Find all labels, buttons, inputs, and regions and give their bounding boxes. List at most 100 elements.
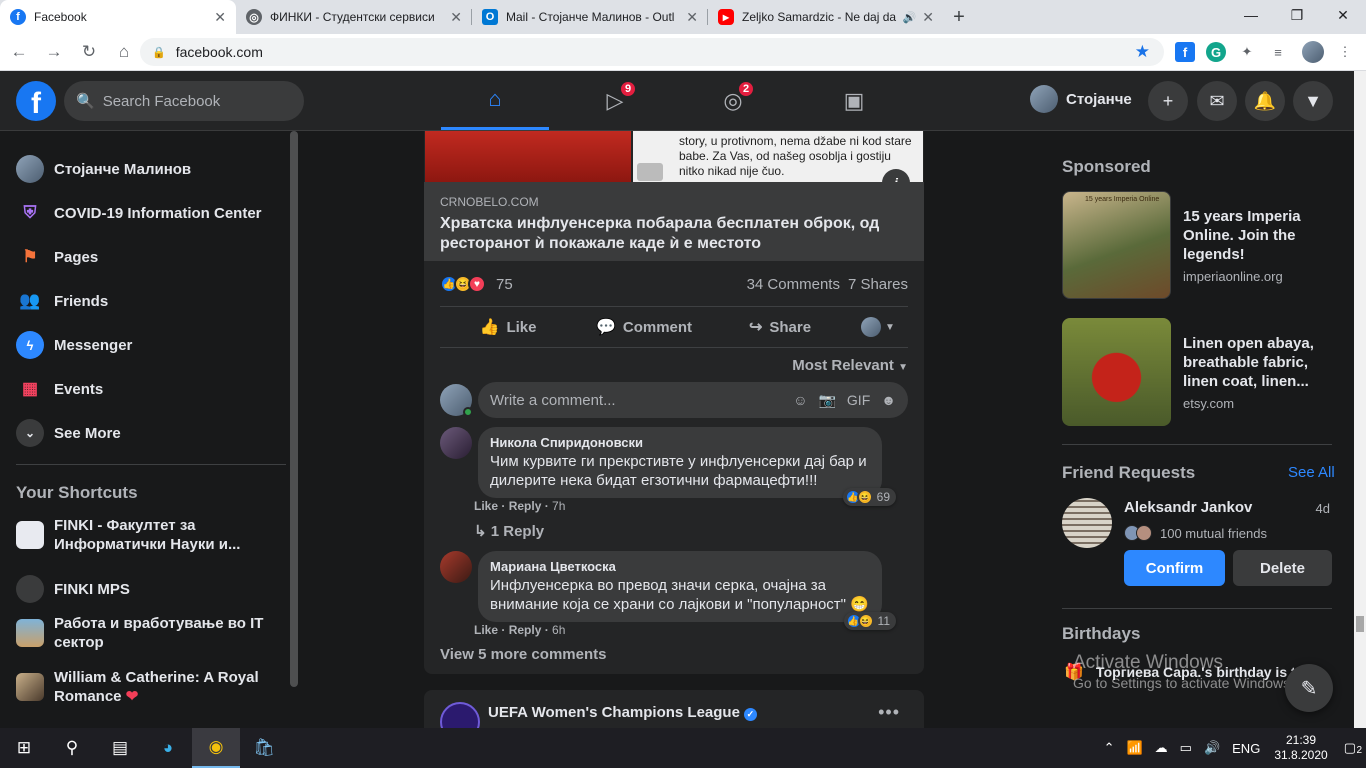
scrollbar-thumb[interactable] (1356, 616, 1364, 632)
nav-gaming[interactable]: ▣ (800, 71, 908, 130)
close-tab-icon[interactable]: ✕ (450, 9, 462, 26)
comment-like-link[interactable]: Like (474, 623, 498, 637)
search-button[interactable]: ⚲ (48, 728, 96, 768)
speaker-icon[interactable]: 🔊 (903, 11, 917, 24)
network-icon[interactable]: 📶 (1126, 740, 1142, 756)
shortcut-finki-mps[interactable]: FINKI MPS (16, 575, 286, 603)
avatar[interactable] (440, 384, 473, 417)
new-message-button[interactable]: ✎ (1285, 664, 1333, 712)
avatar[interactable] (440, 551, 472, 583)
shortcut-it-jobs[interactable]: Работа и вработување во IT сектор (16, 614, 286, 652)
extensions-puzzle-icon[interactable]: ✦ (1237, 42, 1257, 62)
notification-center-button[interactable]: ▢ 2 (1344, 740, 1362, 756)
messenger-button[interactable]: ✉ (1197, 81, 1237, 121)
grammarly-extension-icon[interactable]: G (1206, 42, 1226, 62)
notifications-button[interactable]: 🔔 (1245, 81, 1285, 121)
sticker-icon[interactable]: ☻ (881, 392, 896, 409)
avatar[interactable] (440, 427, 472, 459)
address-bar[interactable]: 🔒 facebook.com ★ (140, 38, 1164, 66)
nav-home[interactable]: ⌂ (441, 71, 549, 130)
sidebar-item-covid[interactable]: ⛨ COVID-19 Information Center (16, 199, 262, 227)
avatar[interactable] (1062, 498, 1112, 548)
new-tab-button[interactable]: + (944, 0, 974, 34)
chevron-up-icon[interactable]: ⌃ (1104, 740, 1115, 756)
reaction-icons[interactable]: 👍 😆 ♥ (440, 275, 486, 293)
browser-tab-finki[interactable]: ◎ ФИНКИ - Студентски сервиси ✕ (236, 0, 472, 34)
create-button[interactable]: + (1148, 81, 1188, 121)
sidebar-item-profile[interactable]: Стојанче Малинов (16, 155, 191, 183)
chrome-profile-avatar[interactable] (1302, 41, 1324, 63)
comment-time[interactable]: 6h (552, 623, 565, 637)
delete-button[interactable]: Delete (1233, 550, 1332, 586)
comments-count[interactable]: 34 Comments (747, 276, 840, 293)
comment-reactions[interactable]: 👍 😆 11 (843, 612, 896, 630)
facebook-logo-icon[interactable]: f (16, 81, 56, 121)
clock[interactable]: 21:39 31.8.2020 (1274, 733, 1327, 763)
edge-taskbar-button[interactable]: ◕ (144, 728, 192, 768)
maximize-button[interactable]: ❐ (1274, 0, 1320, 30)
camera-icon[interactable]: 📷 (818, 392, 835, 409)
birthday-item[interactable]: 🎁 Торгиева Сара.'s birthday is to (1064, 662, 1304, 682)
post-as-selector[interactable]: ▼ (848, 317, 908, 337)
browser-tab-mail[interactable]: O Mail - Стојанче Малинов - Outl ✕ (472, 0, 708, 34)
sidebar-see-more[interactable]: ⌄ See More (16, 419, 121, 447)
sidebar-item-pages[interactable]: ⚑ Pages (16, 243, 98, 271)
minimize-button[interactable]: — (1228, 0, 1274, 30)
shortcut-royal-romance[interactable]: William & Catherine: A Royal Romance ❤ (16, 668, 286, 706)
comment-sort-dropdown[interactable]: Most Relevant ▼ (792, 357, 908, 374)
write-comment-input[interactable]: Write a comment... ☺ 📷 GIF ☻ (478, 382, 908, 418)
comment-reply-link[interactable]: Reply (509, 623, 542, 637)
volume-icon[interactable]: 🔊 (1204, 740, 1220, 756)
emoji-icon[interactable]: ☺ (793, 392, 807, 409)
comment-time[interactable]: 7h (552, 499, 565, 513)
sidebar-item-events[interactable]: ▦ Events (16, 375, 103, 403)
store-taskbar-button[interactable]: 🛍 (240, 728, 288, 768)
comment-author[interactable]: Никола Спиридоновски (490, 435, 870, 450)
facebook-extension-icon[interactable]: f (1175, 42, 1195, 62)
sponsored-ad[interactable]: 15 years Imperia Online 15 years Imperia… (1062, 191, 1332, 299)
link-title[interactable]: Хрватска инфлуенсерка побарала бесплатен… (440, 214, 908, 254)
page-scrollbar[interactable] (1354, 71, 1366, 728)
close-tab-icon[interactable]: ✕ (214, 9, 226, 26)
link-preview-image[interactable] (425, 131, 631, 182)
profile-shortcut[interactable]: Стојанче (1030, 85, 1132, 113)
start-button[interactable]: ⊞ (0, 728, 48, 768)
facebook-search-input[interactable]: 🔍 Search Facebook (64, 81, 304, 121)
close-tab-icon[interactable]: ✕ (686, 9, 698, 26)
share-button[interactable]: ↪ Share (712, 317, 848, 337)
post-author[interactable]: UEFA Women's Champions League ✓ (488, 704, 757, 721)
close-window-button[interactable]: ✕ (1320, 0, 1366, 30)
browser-tab-youtube[interactable]: ▶ Zeljko Samardzic - Ne daj da 🔊 ✕ (708, 0, 944, 34)
chrome-taskbar-button[interactable]: ◉ (192, 728, 240, 768)
shortcut-finki[interactable]: FINKI - Факултет за Информатички Науки и… (16, 516, 286, 554)
comment-reactions[interactable]: 👍 😆 69 (842, 488, 896, 506)
forward-button[interactable]: → (38, 36, 70, 68)
reload-button[interactable]: ↻ (73, 36, 105, 68)
nav-watch[interactable]: ▷ 9 (561, 71, 669, 130)
bookmark-star-icon[interactable]: ★ (1135, 42, 1150, 62)
confirm-button[interactable]: Confirm (1124, 550, 1225, 586)
comment-button[interactable]: 💬 Comment (576, 317, 712, 337)
browser-tab-facebook[interactable]: f Facebook ✕ (0, 0, 236, 34)
media-control-icon[interactable]: ≡ (1268, 42, 1288, 62)
nav-groups[interactable]: ◎ 2 (679, 71, 787, 130)
link-preview-image[interactable]: story, u protivnom, nema džabe ni kod st… (633, 131, 923, 182)
reactions-count[interactable]: 75 (496, 276, 513, 293)
comment-author[interactable]: Мариана Цветкоска (490, 559, 870, 574)
cloud-icon[interactable]: ☁ (1155, 740, 1168, 756)
see-all-link[interactable]: See All (1288, 464, 1335, 481)
like-button[interactable]: 👍 Like (440, 317, 576, 337)
requester-name[interactable]: Aleksandr Jankov (1124, 499, 1252, 516)
chrome-menu-icon[interactable]: ⋮ (1335, 42, 1355, 62)
account-menu-button[interactable]: ▼ (1293, 81, 1333, 121)
back-button[interactable]: ← (3, 36, 35, 68)
comment-like-link[interactable]: Like (474, 499, 498, 513)
lock-icon[interactable]: 🔒 (152, 46, 166, 59)
mutual-count[interactable]: 100 mutual friends (1160, 526, 1267, 541)
battery-icon[interactable]: ▭ (1180, 740, 1192, 756)
more-options-icon[interactable]: ••• (878, 702, 900, 723)
sponsored-ad[interactable]: Linen open abaya, breathable fabric, lin… (1062, 318, 1332, 426)
view-replies-link[interactable]: ↳ 1 Reply (474, 522, 544, 540)
sidebar-item-friends[interactable]: 👥 Friends (16, 287, 108, 315)
sidebar-scrollbar[interactable] (290, 131, 298, 687)
